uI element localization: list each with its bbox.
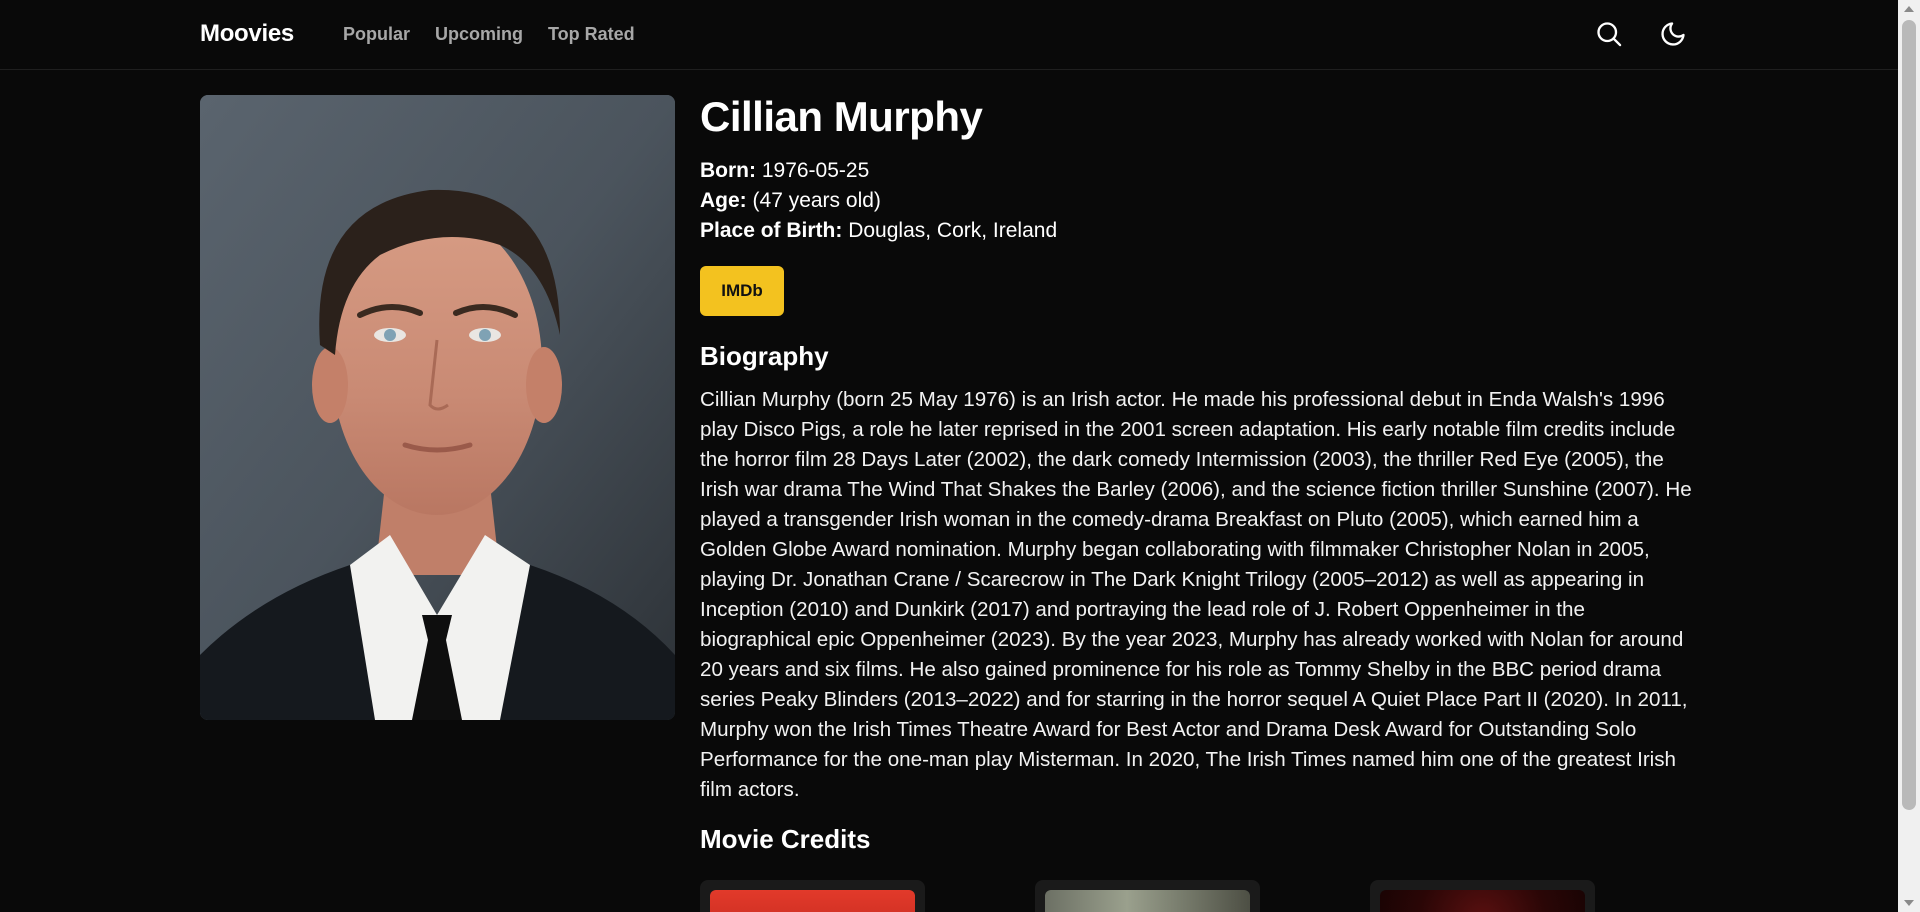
moon-icon [1661,22,1685,46]
birthplace-value: Douglas, Cork, Ireland [848,219,1058,242]
theme-toggle-button[interactable] [1657,18,1689,50]
scroll-up-arrow-icon[interactable] [1904,6,1914,12]
nav-link-upcoming[interactable]: Upcoming [435,24,523,45]
nav-link-top-rated[interactable]: Top Rated [548,24,635,45]
credit-card[interactable] [1370,880,1595,912]
person-facts: Born: 1976-05-25 Age: (47 years old) Pla… [700,156,1700,246]
person-name: Cillian Murphy [700,93,983,140]
profile-photo [200,95,675,720]
search-icon [1597,22,1622,47]
credit-card[interactable] [1035,880,1260,912]
nav-links: Popular Upcoming Top Rated [343,24,635,45]
age-label: Age: [700,189,747,212]
credit-poster [710,890,915,912]
age-row: Age: (47 years old) [700,186,1700,216]
age-value: (47 years old) [752,189,881,212]
search-button[interactable] [1593,18,1625,50]
nav-link-popular[interactable]: Popular [343,24,410,45]
person-info: Cillian Murphy Born: 1976-05-25 Age: (47… [700,92,1700,855]
page-scrollbar[interactable] [1898,0,1920,912]
credit-poster [1045,890,1250,912]
top-navbar: Moovies Popular Upcoming Top Rated [0,0,1898,70]
born-value: 1976-05-25 [761,159,870,182]
movie-credits-title: Movie Credits [700,824,871,854]
birthplace-row: Place of Birth: Douglas, Cork, Ireland [700,216,1700,246]
imdb-button[interactable]: IMDb [700,266,784,316]
movie-credits-list [700,880,1595,912]
brand-logo[interactable]: Moovies [200,20,294,48]
scroll-down-arrow-icon[interactable] [1904,900,1914,906]
scrollbar-thumb[interactable] [1902,20,1916,810]
born-label: Born: [700,159,756,182]
birthplace-label: Place of Birth: [700,219,843,242]
credit-card[interactable] [700,880,925,912]
biography-title: Biography [700,341,829,371]
born-row: Born: 1976-05-25 [700,156,1700,186]
credit-poster [1380,890,1585,912]
portrait-image [200,95,675,720]
biography-text: Cillian Murphy (born 25 May 1976) is an … [700,388,1692,801]
person-page: Moovies Popular Upcoming Top Rated Cilli… [0,0,1920,912]
